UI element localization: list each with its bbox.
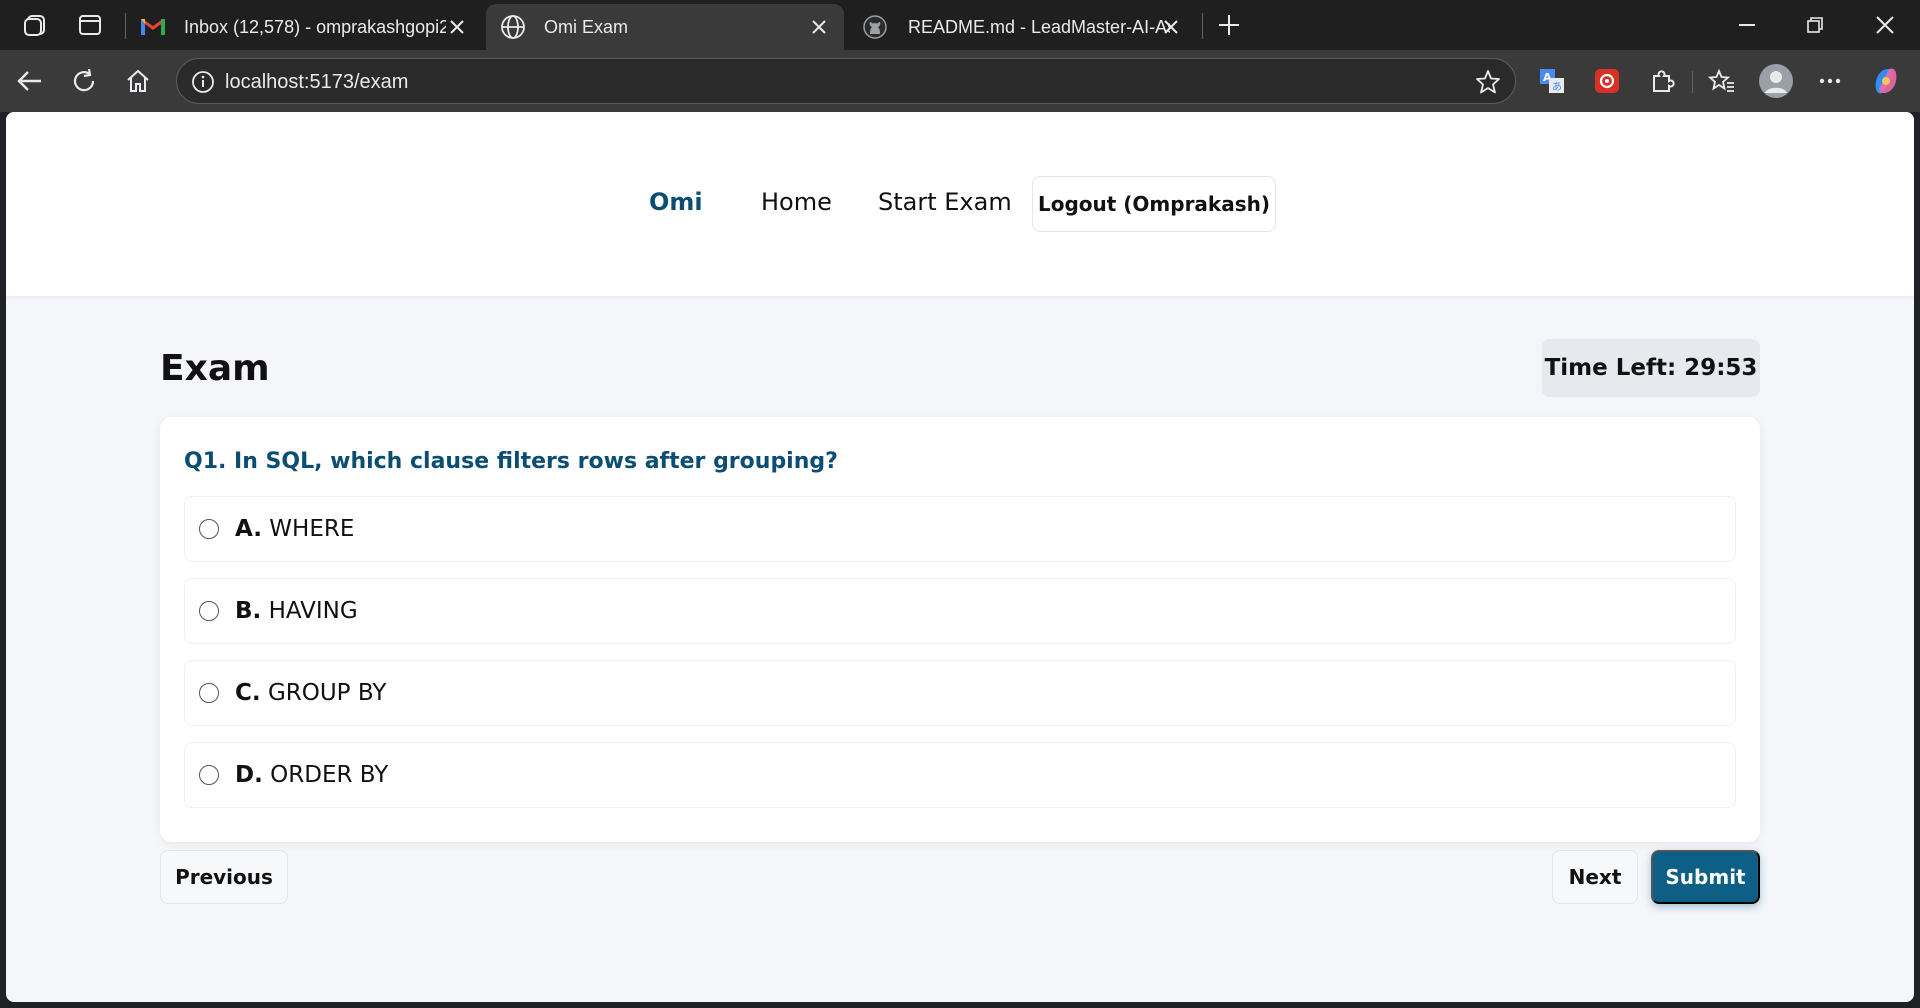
option-label: A. WHERE	[235, 516, 354, 542]
submit-button[interactable]: Submit	[1651, 850, 1760, 904]
vertical-tabs-icon[interactable]	[74, 10, 106, 40]
option-value: WHERE	[269, 516, 355, 542]
app-header: Omi Home Start Exam Logout (Omprakash)	[6, 112, 1914, 296]
option-a[interactable]: A. WHERE	[184, 496, 1736, 562]
info-icon[interactable]	[191, 70, 215, 94]
option-letter: A.	[235, 516, 262, 542]
tab-title: Omi Exam	[544, 16, 629, 37]
option-value: ORDER BY	[270, 762, 389, 788]
tab-gmail[interactable]: Inbox (12,578) - omprakashgopi2l	[126, 4, 482, 50]
tab-separator	[1202, 13, 1203, 39]
previous-button[interactable]: Previous	[160, 850, 288, 904]
extension-red-icon[interactable]	[1589, 63, 1625, 99]
close-icon[interactable]	[446, 16, 468, 38]
tab-omi-exam[interactable]: Omi Exam	[486, 4, 844, 50]
page-title: Exam	[160, 348, 270, 389]
question-text: Q1. In SQL, which clause filters rows af…	[184, 449, 838, 474]
globe-icon	[500, 14, 526, 40]
minimize-icon[interactable]	[1724, 10, 1770, 40]
copilot-icon[interactable]	[1868, 63, 1904, 99]
refresh-icon[interactable]	[66, 63, 102, 99]
profile-avatar-icon[interactable]	[1758, 63, 1794, 99]
option-letter: D.	[235, 762, 263, 788]
home-icon[interactable]	[120, 63, 156, 99]
restore-icon[interactable]	[1792, 10, 1838, 40]
browser-tab-strip: Inbox (12,578) - omprakashgopi2l Omi Exa…	[0, 0, 1920, 50]
translate-icon[interactable]: Aあ	[1534, 63, 1570, 99]
radio-button[interactable]	[199, 765, 219, 785]
back-icon[interactable]	[12, 63, 48, 99]
next-button[interactable]: Next	[1552, 850, 1638, 904]
option-letter: C.	[235, 680, 261, 706]
svg-text:あ: あ	[1552, 81, 1562, 93]
radio-button[interactable]	[199, 519, 219, 539]
extensions-puzzle-icon[interactable]	[1644, 63, 1680, 99]
gmail-icon	[140, 16, 166, 38]
address-bar[interactable]: localhost:5173/exam	[176, 58, 1516, 104]
favorites-icon[interactable]	[1704, 63, 1740, 99]
tab-readme[interactable]: README.md - LeadMaster-AI-Ass	[848, 4, 1196, 50]
page-viewport: Omi Home Start Exam Logout (Omprakash) E…	[6, 112, 1914, 1002]
workspaces-icon[interactable]	[20, 10, 52, 40]
close-icon[interactable]	[808, 16, 830, 38]
new-tab-icon[interactable]	[1213, 10, 1245, 40]
option-letter: B.	[235, 598, 262, 624]
nav-start-exam[interactable]: Start Exam	[878, 188, 1012, 216]
browser-toolbar: localhost:5173/exam Aあ	[0, 50, 1920, 112]
brand-link[interactable]: Omi	[649, 188, 703, 216]
github-icon	[862, 14, 888, 40]
option-b[interactable]: B. HAVING	[184, 578, 1736, 644]
tab-title: README.md - LeadMaster-AI-Ass	[908, 16, 1170, 37]
option-d[interactable]: D. ORDER BY	[184, 742, 1736, 808]
option-label: D. ORDER BY	[235, 762, 388, 788]
close-icon[interactable]	[1160, 16, 1182, 38]
favorite-star-icon[interactable]	[1475, 69, 1501, 95]
radio-button[interactable]	[199, 601, 219, 621]
question-card: Q1. In SQL, which clause filters rows af…	[160, 417, 1760, 842]
nav-home[interactable]: Home	[761, 188, 832, 216]
logout-button[interactable]: Logout (Omprakash)	[1032, 176, 1276, 232]
toolbar-separator	[1692, 71, 1693, 93]
url-text[interactable]: localhost:5173/exam	[225, 71, 408, 94]
option-label: B. HAVING	[235, 598, 358, 624]
option-value: GROUP BY	[267, 680, 387, 706]
radio-button[interactable]	[199, 683, 219, 703]
close-window-icon[interactable]	[1862, 10, 1908, 40]
option-value: HAVING	[268, 598, 358, 624]
tab-title: Inbox (12,578) - omprakashgopi2l	[184, 16, 446, 37]
option-label: C. GROUP BY	[235, 680, 386, 706]
option-c[interactable]: C. GROUP BY	[184, 660, 1736, 726]
more-options-icon[interactable]	[1812, 63, 1848, 99]
timer-badge: Time Left: 29:53	[1542, 339, 1760, 397]
